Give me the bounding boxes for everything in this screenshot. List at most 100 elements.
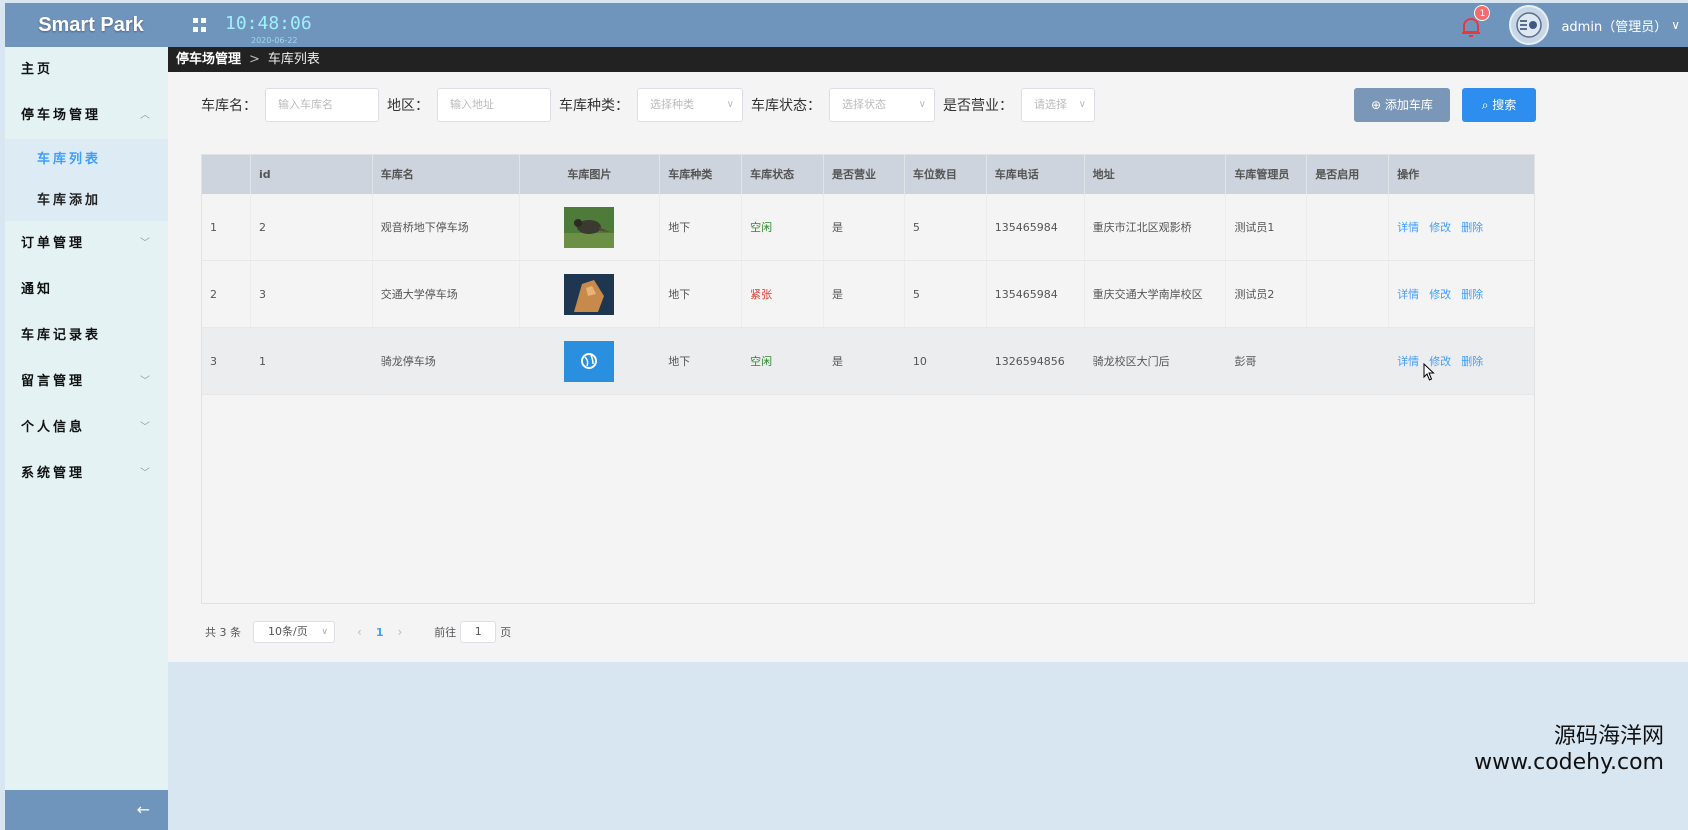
- column-header: 车库电话: [987, 155, 1085, 194]
- column-header: 车库名: [373, 155, 520, 194]
- avatar[interactable]: [1509, 5, 1550, 45]
- add-garage-label: 添加车库: [1384, 98, 1433, 112]
- chevron-down-icon: ﹀: [140, 468, 150, 479]
- sidebar-item-garage-list[interactable]: 车库列表: [5, 139, 168, 180]
- cell-image: [520, 194, 661, 260]
- plus-circle-icon: ⊕: [1371, 98, 1385, 112]
- table-row: 2 3 交通大学停车场 地下 紧张 是 5 135465984 重庆交通大学南岸…: [202, 261, 1534, 328]
- area-input[interactable]: 输入地址: [437, 88, 551, 122]
- column-header: 车位数目: [905, 155, 987, 194]
- cell-image: [520, 328, 661, 394]
- cell-type: 地下: [660, 261, 743, 327]
- cell-id: 2: [251, 194, 373, 260]
- detail-link[interactable]: 详情: [1397, 355, 1419, 368]
- detail-link[interactable]: 详情: [1397, 288, 1419, 301]
- cell-status: 紧张: [742, 261, 825, 327]
- cell-image: [520, 261, 661, 327]
- delete-link[interactable]: 删除: [1461, 221, 1483, 234]
- sidebar-item-orders[interactable]: 订单管理 ﹀: [5, 221, 168, 267]
- cell-spots: 10: [905, 328, 987, 394]
- garage-thumbnail-cat[interactable]: [564, 273, 615, 315]
- sidebar-item-label: 订单管理: [21, 236, 86, 251]
- garage-thumbnail-globe[interactable]: [564, 340, 615, 382]
- area-label: 地区：: [387, 98, 429, 114]
- column-header: 车库图片: [520, 155, 661, 194]
- chevron-down-icon: ∨: [1078, 99, 1086, 110]
- sidebar-item-label: 停车场管理: [21, 108, 102, 123]
- pagination: 共 3 条 10条/页 ∨ ‹ 1 › 前往 1 页: [205, 621, 511, 643]
- delete-link[interactable]: 删除: [1461, 288, 1483, 301]
- sidebar-item-profile[interactable]: 个人信息 ﹀: [5, 405, 168, 451]
- sidebar-item-system[interactable]: 系统管理 ﹀: [5, 451, 168, 497]
- notification-bell[interactable]: 1: [1455, 3, 1491, 47]
- search-icon: ⌕: [1481, 98, 1493, 112]
- sidebar-item-parking-management[interactable]: 停车场管理 ︿: [5, 93, 168, 139]
- sidebar-item-label: 个人信息: [21, 420, 86, 435]
- cell-index: 3: [202, 328, 251, 394]
- cell-status: 空闲: [742, 194, 825, 260]
- column-header: 是否启用: [1307, 155, 1390, 194]
- cell-id: 1: [251, 328, 373, 394]
- sidebar-item-label: 留言管理: [21, 374, 86, 389]
- search-button[interactable]: ⌕ 搜索: [1462, 88, 1536, 122]
- sidebar-item-label: 系统管理: [21, 466, 86, 481]
- detail-link[interactable]: 详情: [1397, 221, 1419, 234]
- user-menu[interactable]: admin（管理员）: [1561, 16, 1667, 35]
- page-size-select[interactable]: 10条/页 ∨: [253, 621, 335, 643]
- breadcrumb-parent[interactable]: 停车场管理: [176, 47, 241, 72]
- page-size-value: 10条/页: [268, 625, 308, 638]
- garage-status-placeholder: 选择状态: [842, 98, 886, 111]
- garage-table: id 车库名 车库图片 车库种类 车库状态 是否营业 车位数目 车库电话 地址 …: [201, 154, 1535, 604]
- goto-label: 前往: [434, 626, 457, 639]
- cell-enabled: [1307, 261, 1390, 327]
- chevron-down-icon: ﹀: [140, 238, 150, 249]
- chevron-down-icon[interactable]: ∨: [1671, 18, 1680, 32]
- watermark-title: 源码海洋网: [1553, 724, 1664, 749]
- garage-name-input[interactable]: 输入车库名: [265, 88, 379, 122]
- sidebar-item-label: 主页: [21, 62, 54, 77]
- page-number-current[interactable]: 1: [376, 626, 384, 639]
- sidebar-item-messages[interactable]: 留言管理 ﹀: [5, 359, 168, 405]
- sidebar-item-garage-add[interactable]: 车库添加: [5, 180, 168, 221]
- sidebar-collapse-button[interactable]: ←: [5, 790, 168, 830]
- main-content: 车库名： 输入车库名 地区： 输入地址 车库种类： 选择种类 ∨ 车库状态： 选择…: [168, 72, 1688, 662]
- chevron-down-icon: ﹀: [140, 422, 150, 433]
- add-garage-button[interactable]: ⊕ 添加车库: [1354, 88, 1450, 122]
- garage-type-placeholder: 选择种类: [650, 98, 694, 111]
- goto-page-input[interactable]: 1: [460, 621, 497, 643]
- cell-manager: 彭哥: [1226, 328, 1308, 394]
- chevron-down-icon: ∨: [918, 99, 926, 110]
- open-status-placeholder: 请选择: [1034, 98, 1067, 111]
- open-status-select[interactable]: 请选择 ∨: [1021, 88, 1095, 122]
- chevron-up-icon: ︿: [140, 110, 150, 121]
- prev-page-icon[interactable]: ‹: [357, 625, 362, 639]
- clock-time: 10:48:06: [225, 13, 312, 34]
- sidebar: 主页 停车场管理 ︿ 车库列表 车库添加 订单管理 ﹀ 通知 车库记录表 留言管理 ﹀…: [5, 47, 168, 830]
- delete-link[interactable]: 删除: [1461, 355, 1483, 368]
- cell-type: 地下: [660, 328, 743, 394]
- garage-type-select[interactable]: 选择种类 ∨: [637, 88, 743, 122]
- header-right: 1 admin（管理员） ∨: [1455, 3, 1688, 47]
- garage-thumbnail-bird[interactable]: [564, 206, 615, 248]
- column-header: id: [251, 155, 373, 194]
- arrow-left-icon: ←: [136, 800, 150, 819]
- edit-link[interactable]: 修改: [1429, 288, 1451, 301]
- garage-status-select[interactable]: 选择状态 ∨: [829, 88, 935, 122]
- cell-phone: 135465984: [987, 194, 1085, 260]
- edit-link[interactable]: 修改: [1429, 221, 1451, 234]
- cell-enabled: [1307, 194, 1390, 260]
- cell-actions: 详情 修改 删除: [1389, 328, 1534, 394]
- sidebar-item-garage-records[interactable]: 车库记录表: [5, 313, 168, 359]
- column-header: 操作: [1397, 168, 1420, 181]
- open-status-label: 是否营业：: [943, 98, 1013, 114]
- apps-grid-icon[interactable]: [193, 18, 207, 32]
- sidebar-item-home[interactable]: 主页: [5, 47, 168, 93]
- cell-actions: 详情 修改 删除: [1389, 194, 1534, 260]
- cell-open: 是: [824, 261, 905, 327]
- chevron-down-icon: ∨: [321, 627, 328, 637]
- cell-phone: 135465984: [987, 261, 1085, 327]
- sidebar-item-notice[interactable]: 通知: [5, 267, 168, 313]
- next-page-icon[interactable]: ›: [397, 625, 402, 639]
- cell-id: 3: [251, 261, 373, 327]
- search-label: 搜索: [1492, 98, 1517, 112]
